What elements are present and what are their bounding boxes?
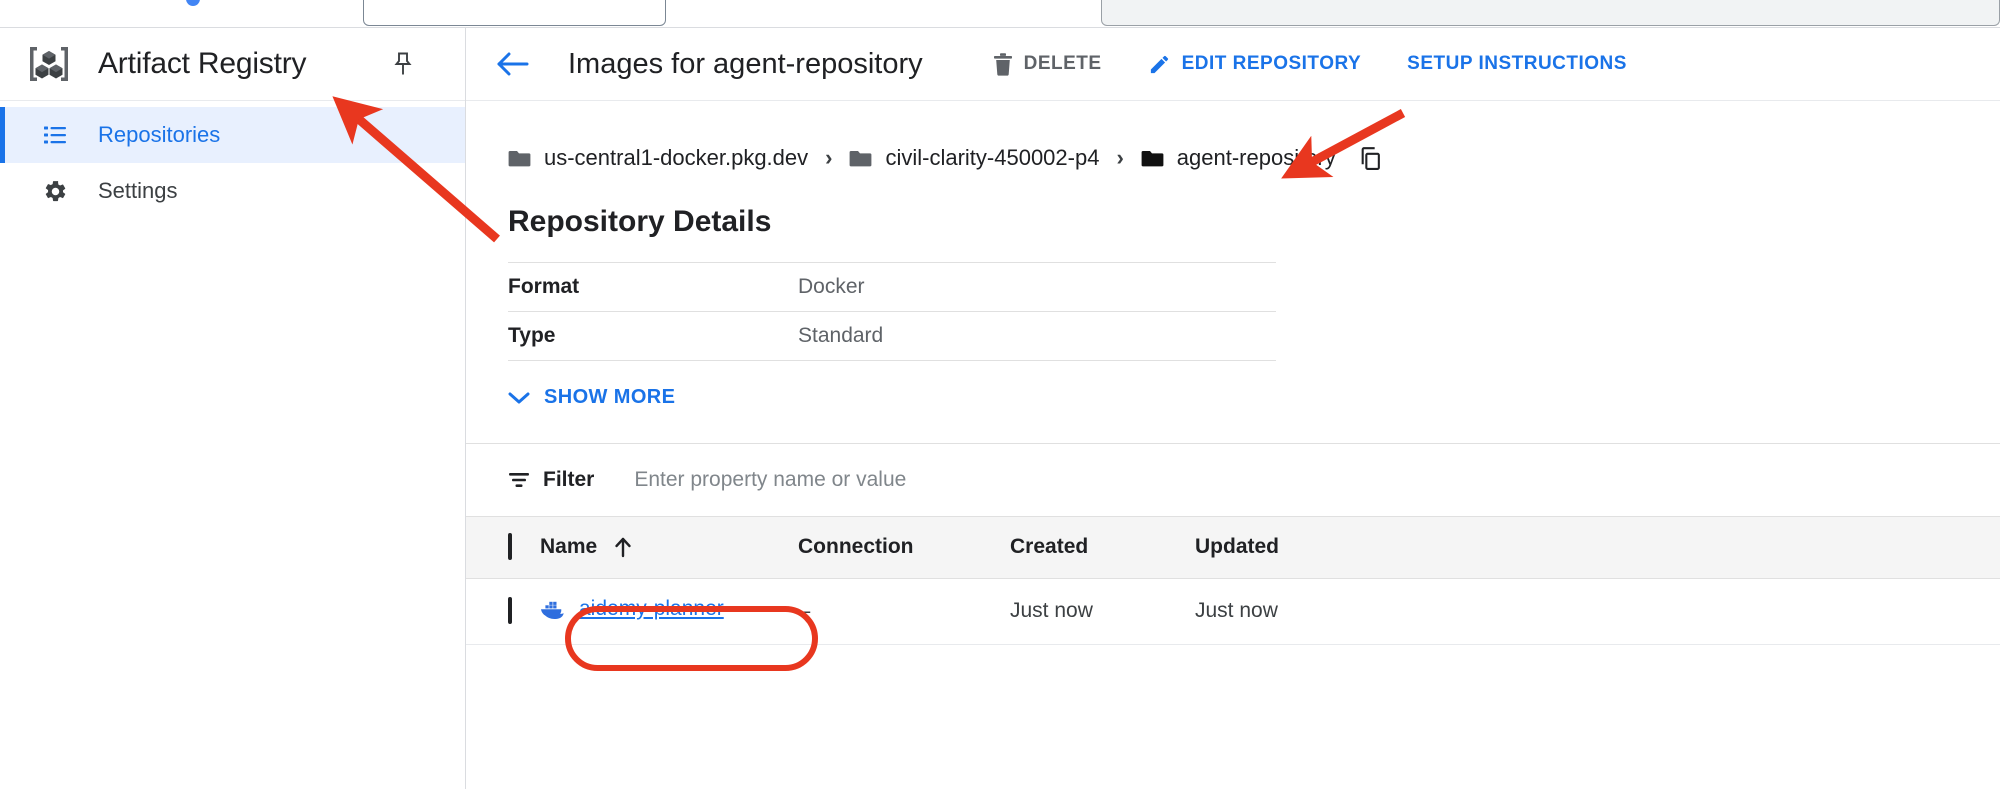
cell-updated: Just now: [1195, 578, 2000, 644]
sidebar-item-settings[interactable]: Settings: [0, 163, 465, 219]
sidebar-item-label: Repositories: [98, 122, 220, 148]
partial-panel[interactable]: [1101, 0, 2000, 26]
repository-details-title: Repository Details: [508, 205, 2000, 239]
sidebar-item-repositories[interactable]: Repositories: [0, 107, 465, 163]
details-key: Format: [508, 263, 798, 312]
cell-name: aidemy-planner: [540, 578, 798, 644]
page-header: Images for agent-repository DELETE: [466, 28, 2000, 101]
back-button[interactable]: [492, 43, 534, 85]
pencil-icon: [1148, 53, 1171, 76]
edit-repository-button[interactable]: EDIT REPOSITORY: [1148, 53, 1362, 76]
column-header-label: Name: [540, 535, 597, 559]
filter-bar: Filter: [466, 444, 2000, 516]
gear-icon: [42, 178, 68, 204]
breadcrumb: us-central1-docker.pkg.dev › civil-clari…: [466, 101, 2000, 171]
column-header-label: Updated: [1195, 535, 1279, 558]
filter-input[interactable]: [634, 468, 1334, 492]
select-all-checkbox[interactable]: [508, 533, 512, 560]
cell-created: Just now: [1010, 578, 1195, 644]
column-header-created[interactable]: Created: [1010, 516, 1195, 578]
details-row: Format Docker: [508, 263, 1276, 312]
sidebar: Artifact Registry: [0, 28, 466, 789]
details-value: Docker: [798, 263, 1276, 312]
column-header-label: Connection: [798, 535, 914, 558]
setup-instructions-label: SETUP INSTRUCTIONS: [1407, 53, 1627, 75]
select-all-cell: [466, 516, 540, 578]
breadcrumb-item-label: us-central1-docker.pkg.dev: [544, 145, 808, 171]
repository-details-section: Repository Details Format Docker Type St…: [466, 205, 2000, 410]
image-name-label: aidemy-planner: [579, 597, 724, 621]
folder-icon: [849, 149, 872, 168]
details-row: Type Standard: [508, 312, 1276, 361]
column-header-updated[interactable]: Updated: [1195, 516, 2000, 578]
breadcrumb-item-label: agent-repository: [1177, 145, 1336, 171]
repository-details-table: Format Docker Type Standard: [508, 262, 1276, 361]
chevron-down-icon: [508, 391, 530, 405]
filter-icon: [508, 471, 530, 489]
column-header-connection[interactable]: Connection: [798, 516, 1010, 578]
show-more-button[interactable]: SHOW MORE: [508, 386, 675, 409]
list-icon: [42, 122, 68, 148]
breadcrumb-separator: ›: [1116, 145, 1123, 171]
folder-icon: [508, 149, 531, 168]
details-key: Type: [508, 312, 798, 361]
pin-icon[interactable]: [389, 50, 417, 78]
page-title: Images for agent-repository: [568, 48, 923, 81]
trash-icon: [993, 53, 1013, 76]
sidebar-item-label: Settings: [98, 178, 178, 204]
row-select-cell: [466, 578, 540, 644]
delete-button[interactable]: DELETE: [993, 53, 1102, 76]
show-more-label: SHOW MORE: [544, 386, 675, 409]
folder-icon: [1141, 149, 1164, 168]
filter-label-group[interactable]: Filter: [508, 468, 594, 492]
filter-label: Filter: [543, 468, 594, 492]
breadcrumb-separator: ›: [825, 145, 832, 171]
column-header-name[interactable]: Name: [540, 516, 798, 578]
connection-value: –: [798, 598, 810, 623]
arrow-up-icon: [614, 536, 632, 558]
sidebar-header: Artifact Registry: [0, 28, 465, 101]
breadcrumb-item-project[interactable]: civil-clarity-450002-p4: [849, 145, 1099, 171]
table-row: aidemy-planner – Just now Just now: [466, 578, 2000, 644]
image-link-aidemy-planner[interactable]: aidemy-planner: [540, 597, 724, 621]
cropped-top-chrome: [0, 0, 2000, 27]
sidebar-nav: Repositories Settings: [0, 101, 465, 219]
copy-icon[interactable]: [1358, 146, 1383, 171]
cell-connection: –: [798, 578, 1010, 644]
partial-blue-indicator: [186, 0, 200, 6]
artifact-registry-page: Artifact Registry: [0, 0, 2000, 789]
breadcrumb-item-registry[interactable]: us-central1-docker.pkg.dev: [508, 145, 808, 171]
docker-icon: [540, 599, 566, 619]
images-table: Name Conn: [466, 516, 2000, 645]
setup-instructions-button[interactable]: SETUP INSTRUCTIONS: [1407, 53, 1627, 75]
row-checkbox[interactable]: [508, 597, 512, 624]
artifact-registry-logo-icon: [26, 43, 72, 85]
details-value: Standard: [798, 312, 1276, 361]
main-content: Images for agent-repository DELETE: [466, 28, 2000, 789]
sidebar-product-title: Artifact Registry: [98, 47, 306, 81]
header-actions: DELETE EDIT REPOSITORY SETUP INSTRUCTION…: [993, 53, 1627, 76]
table-header-row: Name Conn: [466, 516, 2000, 578]
breadcrumb-item-label: civil-clarity-450002-p4: [885, 145, 1099, 171]
partial-search-box[interactable]: [363, 0, 666, 26]
delete-button-label: DELETE: [1024, 53, 1102, 75]
column-header-label: Created: [1010, 535, 1088, 558]
breadcrumb-item-repository[interactable]: agent-repository: [1141, 145, 1336, 171]
edit-repository-label: EDIT REPOSITORY: [1182, 53, 1362, 75]
